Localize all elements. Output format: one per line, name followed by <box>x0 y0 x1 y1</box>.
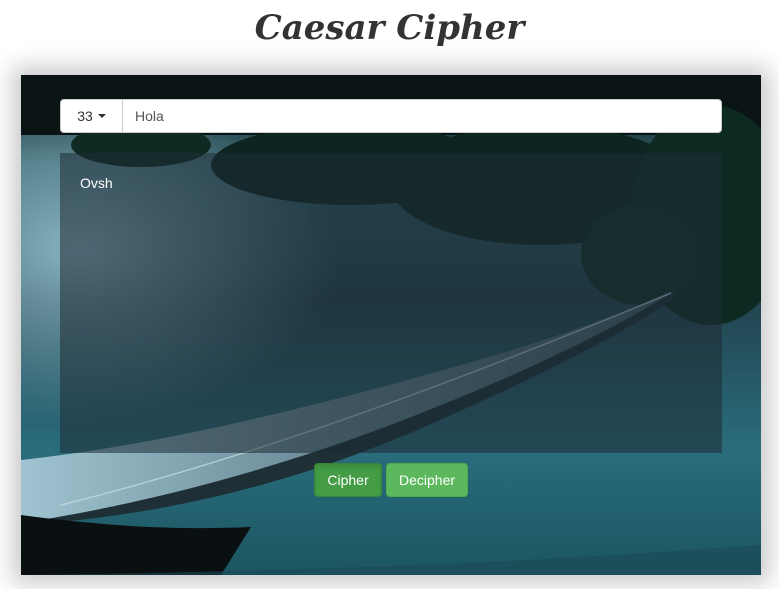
page-title: Caesar Cipher <box>254 8 525 48</box>
decipher-button[interactable]: Decipher <box>386 463 468 497</box>
shift-value: 33 <box>77 108 93 124</box>
shift-dropdown[interactable]: 33 <box>61 100 123 132</box>
caret-down-icon <box>97 114 106 118</box>
cipher-panel: 33 Ovsh Cipher Decipher <box>21 75 761 575</box>
action-buttons: Cipher Decipher <box>21 463 761 497</box>
shift-input-group: 33 <box>60 99 722 133</box>
output-box: Ovsh <box>60 153 722 453</box>
output-text: Ovsh <box>80 175 113 191</box>
plaintext-input[interactable] <box>123 100 721 132</box>
cipher-button[interactable]: Cipher <box>314 463 382 497</box>
